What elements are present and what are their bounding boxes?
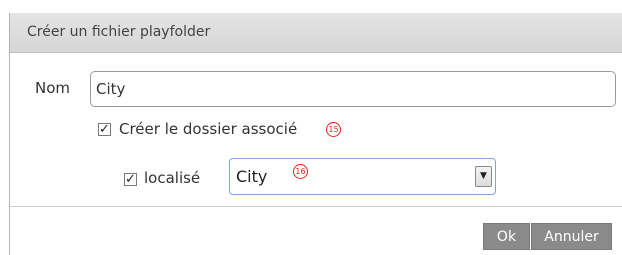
cancel-button[interactable]: Annuler — [531, 223, 612, 250]
locale-select-value: City — [236, 167, 268, 186]
checkmark-icon: ✓ — [99, 122, 110, 137]
ok-button[interactable]: Ok — [483, 223, 530, 250]
create-folder-label[interactable]: Créer le dossier associé — [119, 120, 297, 138]
nom-label: Nom — [35, 79, 71, 97]
create-folder-checkbox[interactable]: ✓ — [98, 123, 111, 136]
annotation-badge-16: 16 — [293, 164, 308, 179]
footer-divider — [10, 206, 622, 207]
dialog-titlebar[interactable]: Créer un fichier playfolder — [10, 13, 622, 53]
dialog-title: Créer un fichier playfolder — [27, 24, 211, 40]
locale-select[interactable]: City ▼ — [229, 158, 496, 195]
nom-input[interactable] — [90, 71, 616, 107]
annotation-badge-15: 15 — [326, 122, 341, 137]
localise-checkbox[interactable]: ✓ — [124, 173, 137, 186]
checkmark-icon: ✓ — [125, 172, 136, 187]
localise-label[interactable]: localisé — [144, 169, 200, 187]
chevron-down-icon[interactable]: ▼ — [475, 166, 492, 187]
create-playfolder-dialog: Créer un fichier playfolder Nom ✓ Créer … — [9, 13, 622, 255]
